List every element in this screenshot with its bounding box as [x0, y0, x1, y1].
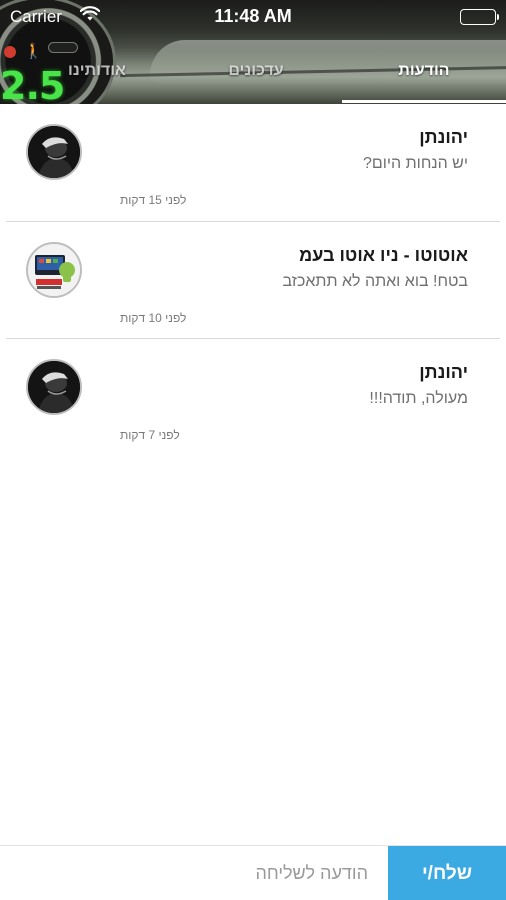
message-time: לפני 7 דקות	[120, 428, 180, 442]
status-bar: Carrier 11:48 AM	[0, 0, 506, 34]
tab-selected-indicator	[342, 100, 506, 103]
message-input[interactable]	[0, 846, 388, 900]
message-composer: שלח/י	[0, 845, 506, 900]
message-time: לפני 10 דקות	[120, 310, 187, 325]
send-button[interactable]: שלח/י	[388, 846, 506, 900]
contact-name: יהונתן	[419, 127, 468, 147]
tab-about[interactable]: אודותינו	[42, 56, 152, 102]
tab-messages[interactable]: הודעות	[342, 56, 506, 102]
avatar	[26, 241, 82, 298]
clock: 11:48 AM	[214, 6, 292, 26]
message-preview: יש הנחות היום?	[362, 155, 468, 172]
tab-updates[interactable]: עדכונים	[196, 56, 316, 102]
avatar	[26, 359, 82, 415]
battery-icon	[460, 9, 499, 25]
list-item[interactable]: אוטוטו - ניו אוטו בעמ בטח! בוא ואתה לא ת…	[0, 222, 506, 339]
tab-bar: אודותינו עדכונים הודעות	[0, 56, 506, 104]
contact-name: אוטוטו - ניו אוטו בעמ	[299, 244, 468, 265]
list-item[interactable]: יהונתן יש הנחות היום? לפני 15 דקות	[0, 104, 506, 222]
message-time: לפני 15 דקות	[120, 193, 187, 207]
message-list: יהונתן יש הנחות היום? לפני 15 דקות אוטוט…	[0, 104, 506, 457]
message-preview: בטח! בוא ואתה לא תתאכזב	[282, 272, 468, 290]
list-item[interactable]: יהונתן מעולה, תודה!!! לפני 7 דקות	[0, 339, 506, 457]
contact-name: יהונתן	[419, 362, 468, 382]
header-banner: 🚶 2.5 Carrier 11:48 AM אודותינו עדכונים …	[0, 0, 506, 104]
message-preview: מעולה, תודה!!!	[369, 390, 468, 407]
avatar	[26, 124, 82, 180]
